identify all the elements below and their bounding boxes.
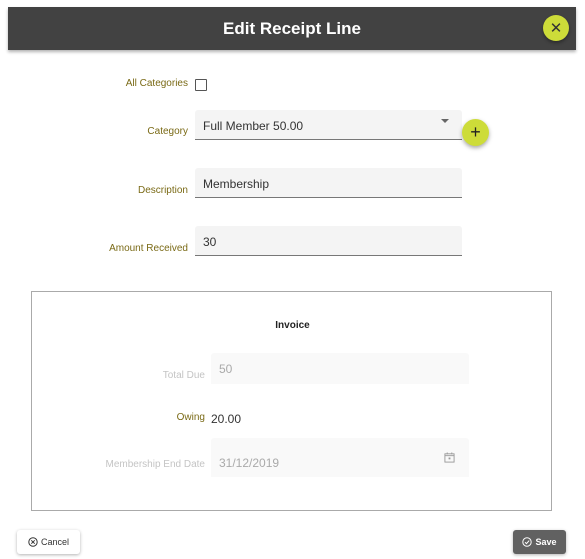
total-due-input: 50 xyxy=(211,353,469,384)
all-categories-checkbox[interactable] xyxy=(195,79,207,91)
amount-received-value: 30 xyxy=(203,235,217,249)
save-label: Save xyxy=(535,537,557,547)
calendar-icon xyxy=(444,452,455,463)
category-value: Full Member 50.00 xyxy=(203,119,304,133)
cancel-button[interactable]: Cancel xyxy=(17,530,80,554)
cancel-icon xyxy=(28,537,38,547)
category-label: Category xyxy=(147,126,188,137)
invoice-title: Invoice xyxy=(275,320,310,331)
amount-received-label: Amount Received xyxy=(109,243,188,254)
plus-icon: + xyxy=(470,122,481,142)
membership-end-date-input: 31/12/2019 xyxy=(211,438,469,477)
description-input[interactable]: Membership xyxy=(195,168,462,198)
total-due-value: 50 xyxy=(219,362,233,376)
check-circle-icon xyxy=(522,537,533,547)
total-due-label: Total Due xyxy=(162,370,205,381)
description-value: Membership xyxy=(203,177,270,191)
owing-value: 20.00 xyxy=(211,412,242,426)
add-category-button[interactable]: + xyxy=(462,119,489,146)
description-label: Description xyxy=(137,185,188,196)
dialog-title: Edit Receipt Line xyxy=(223,19,361,38)
close-button[interactable]: ✕ xyxy=(543,15,569,41)
membership-end-date-value: 31/12/2019 xyxy=(219,456,280,470)
all-categories-label: All Categories xyxy=(125,78,188,89)
owing-label: Owing xyxy=(176,412,205,423)
dropdown-arrow-icon xyxy=(441,119,449,123)
dialog-header: Edit Receipt Line xyxy=(8,7,576,50)
save-button[interactable]: Save xyxy=(513,530,566,554)
membership-end-date-label: Membership End Date xyxy=(105,459,206,470)
close-icon: ✕ xyxy=(549,20,563,37)
amount-received-input[interactable]: 30 xyxy=(195,226,462,256)
category-select[interactable]: Full Member 50.00 xyxy=(195,110,462,140)
cancel-label: Cancel xyxy=(40,537,69,547)
